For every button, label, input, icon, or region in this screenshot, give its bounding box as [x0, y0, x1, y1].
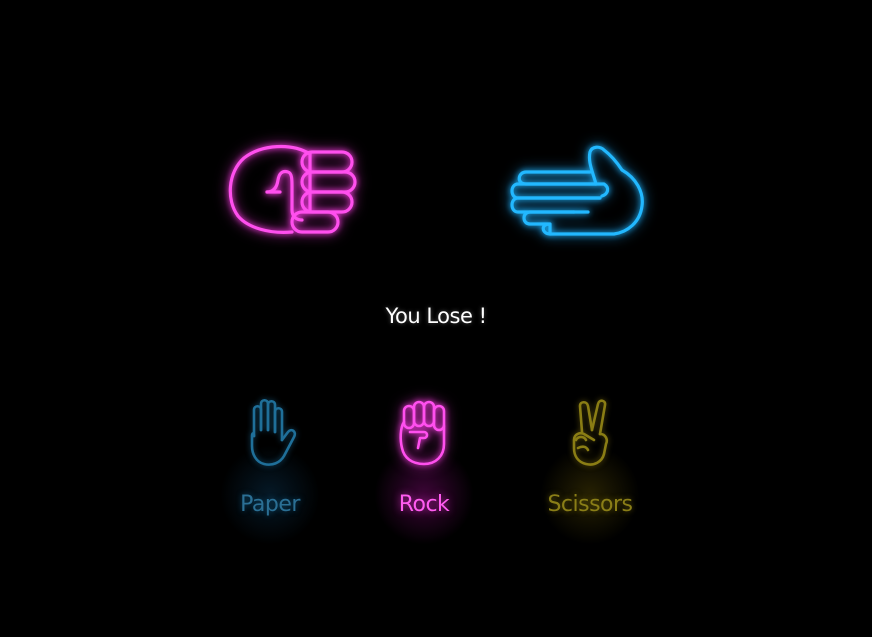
- rock-choice-button[interactable]: Rock: [354, 390, 494, 560]
- player-rock-fist-icon: [222, 140, 364, 244]
- game-stage: You Lose ! Paper Rock Scissors: [0, 0, 872, 637]
- scissors-choice-label: Scissors: [547, 492, 633, 517]
- rock-fist-icon: [394, 396, 454, 470]
- paper-hand-icon: [240, 396, 300, 470]
- paper-choice-button[interactable]: Paper: [200, 390, 340, 560]
- paper-choice-label: Paper: [240, 492, 300, 517]
- rock-choice-label: Rock: [398, 492, 450, 517]
- scissors-hand-icon: [560, 396, 620, 470]
- scissors-choice-button[interactable]: Scissors: [520, 390, 660, 560]
- result-message: You Lose !: [385, 304, 487, 328]
- computer-paper-hand-icon: [504, 140, 650, 240]
